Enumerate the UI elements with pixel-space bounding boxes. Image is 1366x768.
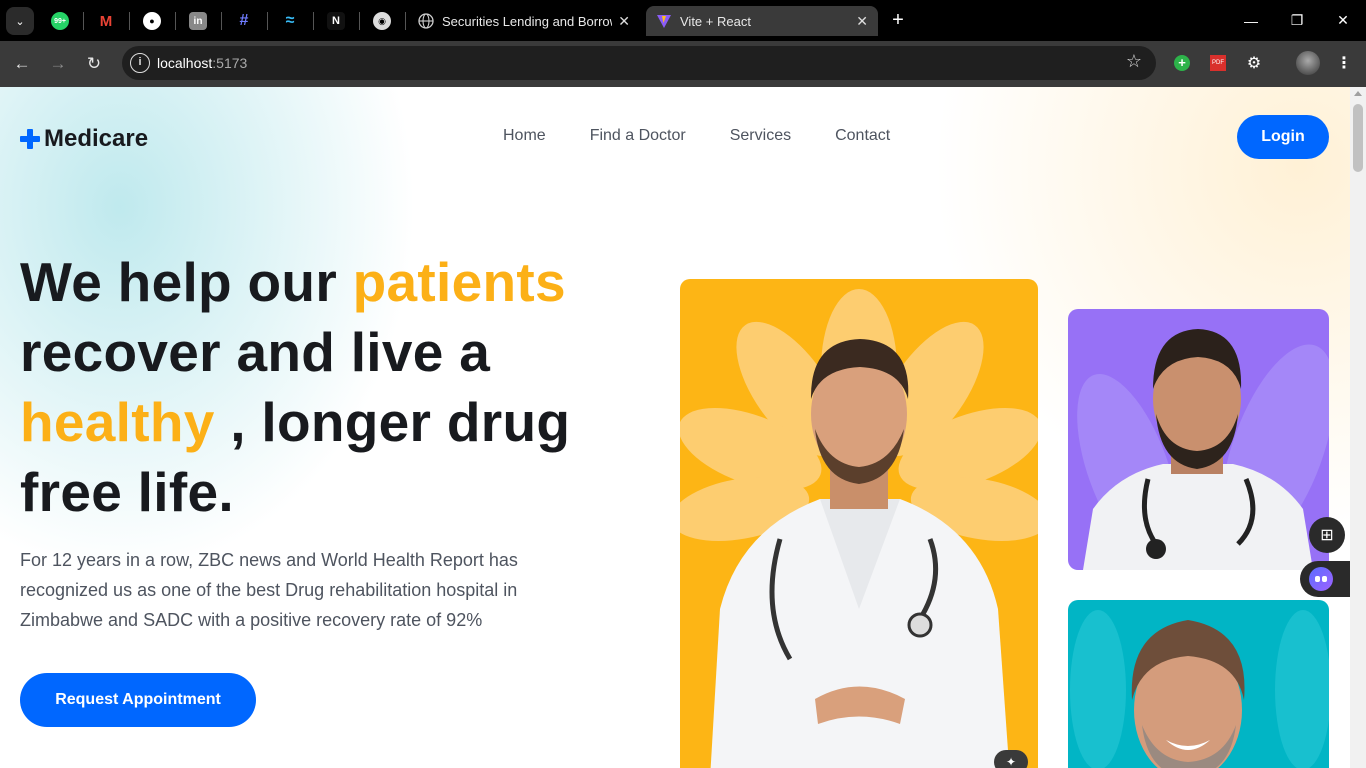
magic-wand-icon[interactable]: ✦: [994, 750, 1028, 768]
tab-divider: [405, 12, 406, 30]
nav-services[interactable]: Services: [730, 127, 791, 145]
pinned-tab-hashnode[interactable]: #: [224, 6, 264, 36]
pinned-tab-whatsapp[interactable]: 99+: [40, 6, 80, 36]
scrollbar-thumb[interactable]: [1353, 104, 1363, 172]
back-arrow-icon[interactable]: ←: [10, 52, 34, 76]
bot-icon: [1309, 567, 1333, 591]
browser-tab-strip: ⌄ 99+ M ● in # ≈ N ◉ Securities Lending …: [0, 0, 1366, 41]
hero-description: For 12 years in a row, ZBC news and Worl…: [20, 550, 518, 630]
tab-search-chevron-icon[interactable]: ⌄: [6, 7, 34, 35]
page-viewport: Medicare Home Find a Doctor Services Con…: [0, 87, 1366, 768]
tab-title: Vite + React: [680, 13, 751, 29]
linkedin-icon: in: [189, 12, 207, 30]
browser-tab-securities[interactable]: Securities Lending and Borrowin ✕: [408, 6, 640, 36]
more-menu-icon[interactable]: ⋮: [1334, 53, 1354, 73]
notion-icon: N: [327, 12, 345, 30]
main-nav: Home Find a Doctor Services Contact: [503, 127, 934, 145]
medical-cross-icon: [20, 129, 40, 149]
minimize-icon[interactable]: —: [1228, 0, 1274, 41]
pinned-tab-linkedin[interactable]: in: [178, 6, 218, 36]
nav-find-a-doctor[interactable]: Find a Doctor: [590, 127, 686, 145]
nav-contact[interactable]: Contact: [835, 127, 890, 145]
browser-tab-vite-react[interactable]: Vite + React ✕: [646, 6, 878, 36]
github-icon: ●: [143, 12, 161, 30]
gmail-icon: M: [99, 12, 113, 30]
tab-divider: [267, 12, 268, 30]
tab-divider: [129, 12, 130, 30]
forward-arrow-icon[interactable]: →: [46, 52, 70, 76]
new-tab-plus-icon[interactable]: +: [886, 9, 910, 33]
profile-avatar[interactable]: [1296, 51, 1320, 75]
bookmark-star-icon[interactable]: ☆: [1126, 51, 1142, 72]
copilot-icon: ◉: [373, 12, 391, 30]
nav-home[interactable]: Home: [503, 127, 546, 145]
pinned-tab-gmail[interactable]: M: [86, 6, 126, 36]
hashnode-icon: #: [239, 12, 249, 29]
url-text: localhost:5173: [157, 55, 248, 71]
hero-heading: We help our patients recover and live a …: [20, 251, 571, 523]
tailwind-icon: ≈: [285, 12, 295, 29]
site-header: Medicare Home Find a Doctor Services Con…: [0, 87, 1350, 187]
doctor-image-bottom: [1068, 600, 1329, 768]
pinned-tab-copilot[interactable]: ◉: [362, 6, 402, 36]
close-tab-icon[interactable]: ✕: [618, 13, 630, 30]
pinned-tab-github[interactable]: ●: [132, 6, 172, 36]
pinned-tab-tailwind[interactable]: ≈: [270, 6, 310, 36]
browser-toolbar: ← → ↻ i localhost:5173 ☆ + PDF ⚙ ⋮: [0, 41, 1366, 87]
extension-plus-icon[interactable]: +: [1172, 53, 1192, 73]
site-info-icon[interactable]: i: [130, 53, 150, 73]
doctor-image-main: [680, 279, 1038, 768]
tab-divider: [221, 12, 222, 30]
login-button[interactable]: Login: [1237, 115, 1329, 159]
assistant-bot-button[interactable]: [1300, 561, 1350, 597]
tab-divider: [83, 12, 84, 30]
page-scrollbar[interactable]: [1350, 87, 1366, 768]
scroll-up-arrow-icon[interactable]: [1354, 91, 1362, 96]
address-bar[interactable]: i localhost:5173 ☆: [122, 46, 1156, 80]
tab-divider: [175, 12, 176, 30]
whatsapp-icon: 99+: [51, 12, 69, 30]
apps-grid-icon[interactable]: ⊞: [1309, 517, 1345, 553]
tab-divider: [313, 12, 314, 30]
doctor-photo-illustration: [680, 289, 1038, 768]
close-tab-icon[interactable]: ✕: [856, 13, 868, 30]
tab-title: Securities Lending and Borrowin: [442, 13, 612, 29]
vite-icon: [657, 15, 671, 28]
globe-icon: [418, 13, 434, 29]
close-window-icon[interactable]: ✕: [1320, 0, 1366, 41]
doctor-photo-illustration: [1070, 610, 1329, 768]
extensions-puzzle-icon[interactable]: ⚙: [1244, 53, 1264, 73]
restore-icon[interactable]: ❐: [1274, 0, 1320, 41]
pdf-extension-icon[interactable]: PDF: [1208, 53, 1228, 73]
site-logo[interactable]: Medicare: [20, 125, 148, 153]
tab-divider: [359, 12, 360, 30]
brand-name: Medicare: [44, 125, 149, 152]
pinned-tab-notion[interactable]: N: [316, 6, 356, 36]
request-appointment-button[interactable]: Request Appointment: [20, 673, 256, 727]
reload-icon[interactable]: ↻: [82, 52, 106, 76]
doctor-image-top: [1068, 309, 1329, 570]
doctor-photo-illustration: [1077, 329, 1329, 570]
